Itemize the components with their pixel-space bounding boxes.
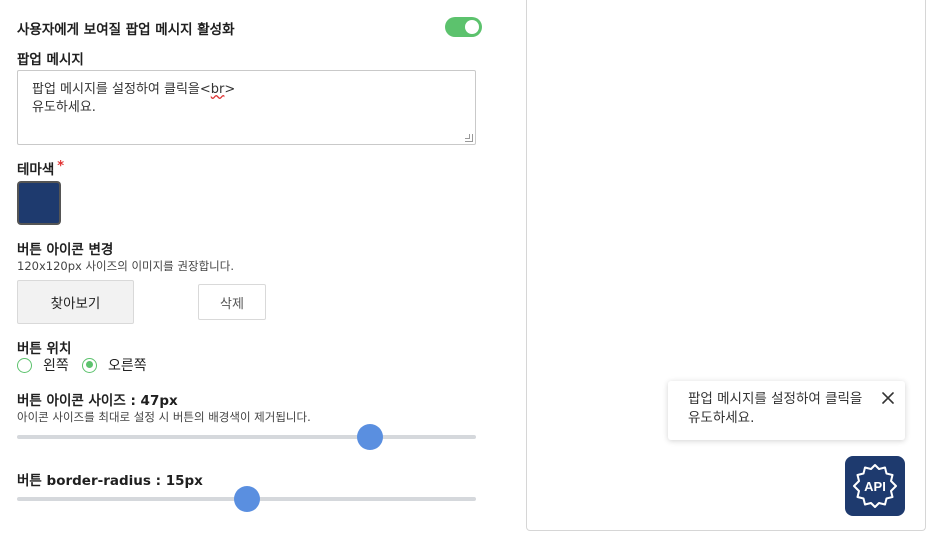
position-option-right-label: 오른쪽 xyxy=(108,358,147,374)
radio-left[interactable] xyxy=(17,357,32,373)
required-mark: * xyxy=(57,159,65,174)
radio-right[interactable] xyxy=(82,357,97,373)
position-option-right[interactable]: 오른쪽 xyxy=(82,356,147,374)
close-icon[interactable] xyxy=(881,391,895,405)
theme-color-fill xyxy=(19,183,59,223)
icon-size-hint: 아이콘 사이즈를 최대로 설정 시 버튼의 배경색이 제거됩니다. xyxy=(17,410,311,424)
preview-popup-line-2: 유도하세요. xyxy=(688,410,755,426)
api-icon-text: API xyxy=(864,479,886,494)
preview-panel xyxy=(526,0,926,531)
delete-button[interactable]: 삭제 xyxy=(198,284,266,320)
position-label: 버튼 위치 xyxy=(17,341,72,357)
theme-color-label: 테마색 * xyxy=(17,159,65,178)
browse-button[interactable]: 찾아보기 xyxy=(17,280,134,324)
icon-size-slider-thumb[interactable] xyxy=(357,424,384,450)
preview-popup: 팝업 메시지를 설정하여 클릭을 유도하세요. xyxy=(668,381,905,440)
preview-popup-line-1: 팝업 메시지를 설정하여 클릭을 xyxy=(688,391,863,407)
popup-message-line-2: 유도하세요. xyxy=(32,100,96,115)
radius-slider[interactable] xyxy=(17,486,476,512)
popup-message-textarea[interactable]: 팝업 메시지를 설정하여 클릭을<br> 유도하세요. xyxy=(17,70,476,145)
theme-color-swatch[interactable] xyxy=(17,181,61,225)
position-option-left-label: 왼쪽 xyxy=(43,358,69,374)
icon-change-label: 버튼 아이콘 변경 xyxy=(17,242,114,258)
radius-slider-thumb[interactable] xyxy=(233,486,260,512)
radius-label: 버튼 border-radius : 15px xyxy=(17,473,203,489)
api-gear-icon: API xyxy=(853,464,897,508)
toggle-knob xyxy=(465,20,479,34)
popup-message-label: 팝업 메시지 xyxy=(17,52,84,68)
icon-size-slider[interactable] xyxy=(17,424,476,450)
icon-size-label: 버튼 아이콘 사이즈 : 47px xyxy=(17,393,178,409)
resize-grip[interactable] xyxy=(465,134,473,142)
icon-change-hint: 120x120px 사이즈의 이미지를 권장합니다. xyxy=(17,259,234,273)
popup-message-line-1: 팝업 메시지를 설정하여 클릭을<br> xyxy=(32,82,236,97)
position-option-left[interactable]: 왼쪽 xyxy=(17,356,69,374)
api-floating-button[interactable]: API xyxy=(845,456,905,516)
popup-enable-toggle[interactable] xyxy=(445,17,482,37)
popup-enable-label: 사용자에게 보여질 팝업 메시지 활성화 xyxy=(17,22,235,38)
